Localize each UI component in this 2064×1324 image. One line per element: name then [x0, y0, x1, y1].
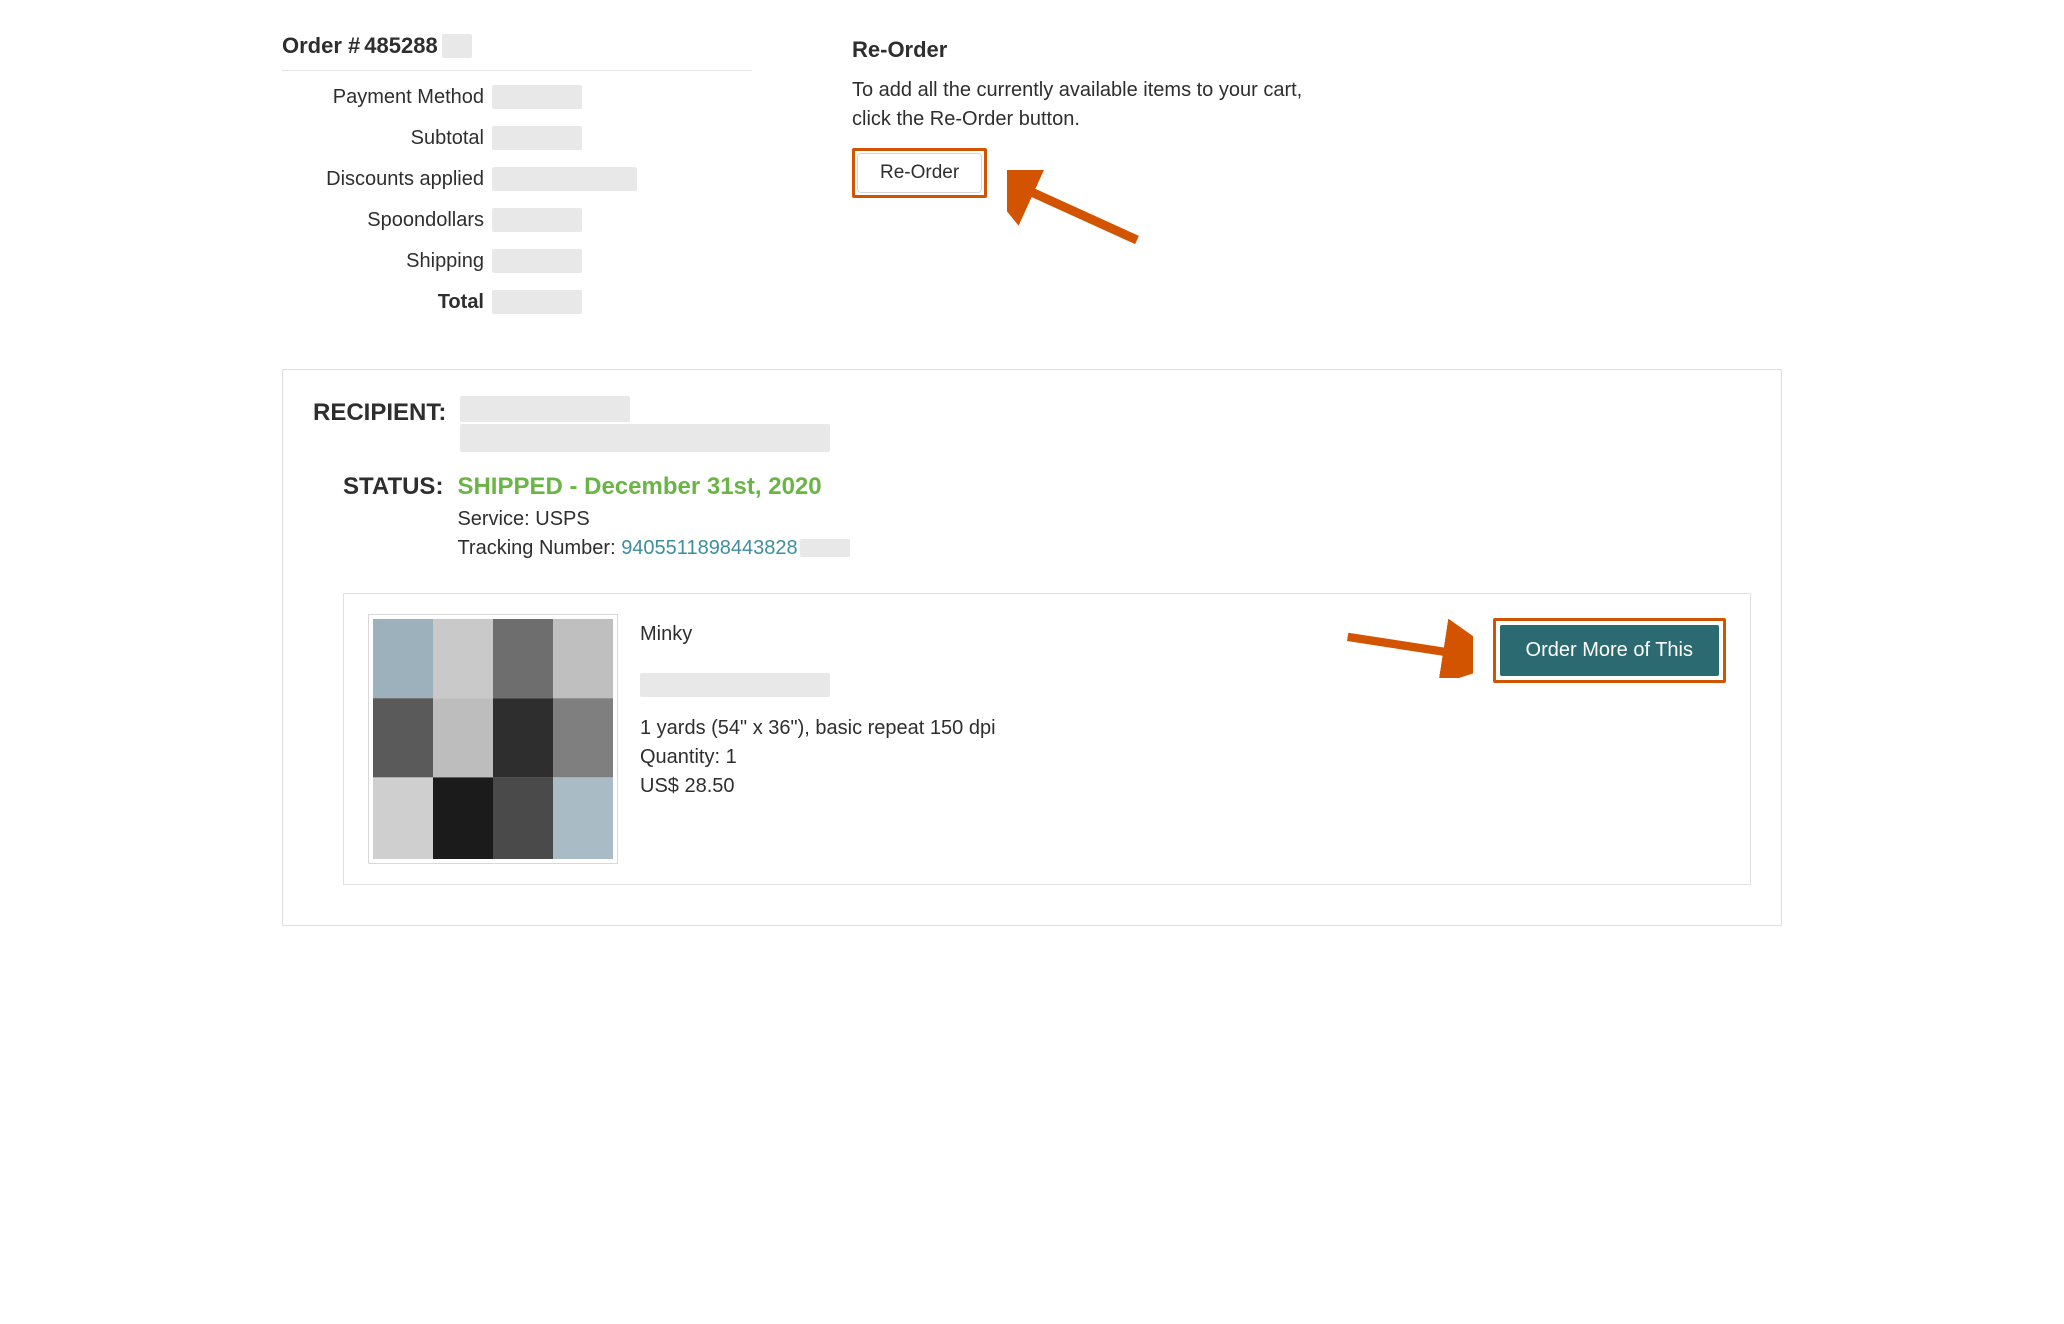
tracking-prefix: Tracking Number:: [457, 537, 621, 559]
item-title: Minky: [640, 620, 996, 649]
reorder-panel: Re-Order To add all the currently availa…: [852, 30, 1782, 329]
reorder-button[interactable]: Re-Order: [857, 153, 982, 193]
order-item: Minky 1 yards (54" x 36"), basic repeat …: [343, 593, 1751, 885]
label-discounts: Discounts applied: [282, 165, 492, 194]
redacted-subtotal: [492, 126, 582, 150]
reorder-title: Re-Order: [852, 34, 1782, 66]
reorder-description-line2: click the Re-Order button.: [852, 105, 1782, 134]
order-title: Order #485288: [282, 30, 752, 71]
tracking-number-link[interactable]: 9405511898443828: [621, 537, 797, 559]
item-quantity: Quantity: 1: [640, 743, 996, 772]
label-total: Total: [282, 288, 492, 317]
annotation-arrow-reorder: [1007, 170, 1147, 250]
tracking-line: Tracking Number: 9405511898443828: [457, 534, 849, 563]
redacted-spoondollars: [492, 208, 582, 232]
order-number: 485288: [364, 30, 437, 62]
order-more-button[interactable]: Order More of This: [1500, 625, 1719, 676]
label-subtotal: Subtotal: [282, 124, 492, 153]
service-line: Service: USPS: [457, 505, 849, 534]
item-price: US$ 28.50: [640, 772, 996, 801]
redacted-tracking-tail: [800, 539, 850, 557]
item-spec: 1 yards (54" x 36"), basic repeat 150 dp…: [640, 714, 996, 743]
redacted-recipient-name: [460, 396, 630, 422]
recipient-label: RECIPIENT:: [313, 396, 446, 431]
annotation-arrow-order-more: [1343, 618, 1473, 678]
redacted-total: [492, 290, 582, 314]
redacted-payment-method: [492, 85, 582, 109]
order-summary: Order #485288 Payment Method Subtotal Di…: [282, 30, 752, 329]
redacted-recipient-address: [460, 424, 830, 452]
label-spoondollars: Spoondollars: [282, 206, 492, 235]
label-payment-method: Payment Method: [282, 83, 492, 112]
redacted-order-suffix: [442, 34, 472, 58]
shipment-panel: RECIPIENT: STATUS: SHIPPED - December 31…: [282, 369, 1782, 926]
redacted-shipping: [492, 249, 582, 273]
order-prefix: Order #: [282, 30, 360, 62]
service-prefix: Service:: [457, 508, 535, 530]
redacted-discounts: [492, 167, 637, 191]
reorder-highlight: Re-Order: [852, 148, 987, 198]
reorder-description-line1: To add all the currently available items…: [852, 76, 1782, 105]
order-more-highlight: Order More of This: [1493, 618, 1726, 683]
redacted-product-name: [640, 673, 830, 697]
service-value: USPS: [535, 508, 589, 530]
status-shipped-text: SHIPPED - December 31st, 2020: [457, 470, 849, 505]
item-thumbnail: [368, 614, 618, 864]
status-label: STATUS:: [343, 470, 443, 563]
label-shipping: Shipping: [282, 247, 492, 276]
